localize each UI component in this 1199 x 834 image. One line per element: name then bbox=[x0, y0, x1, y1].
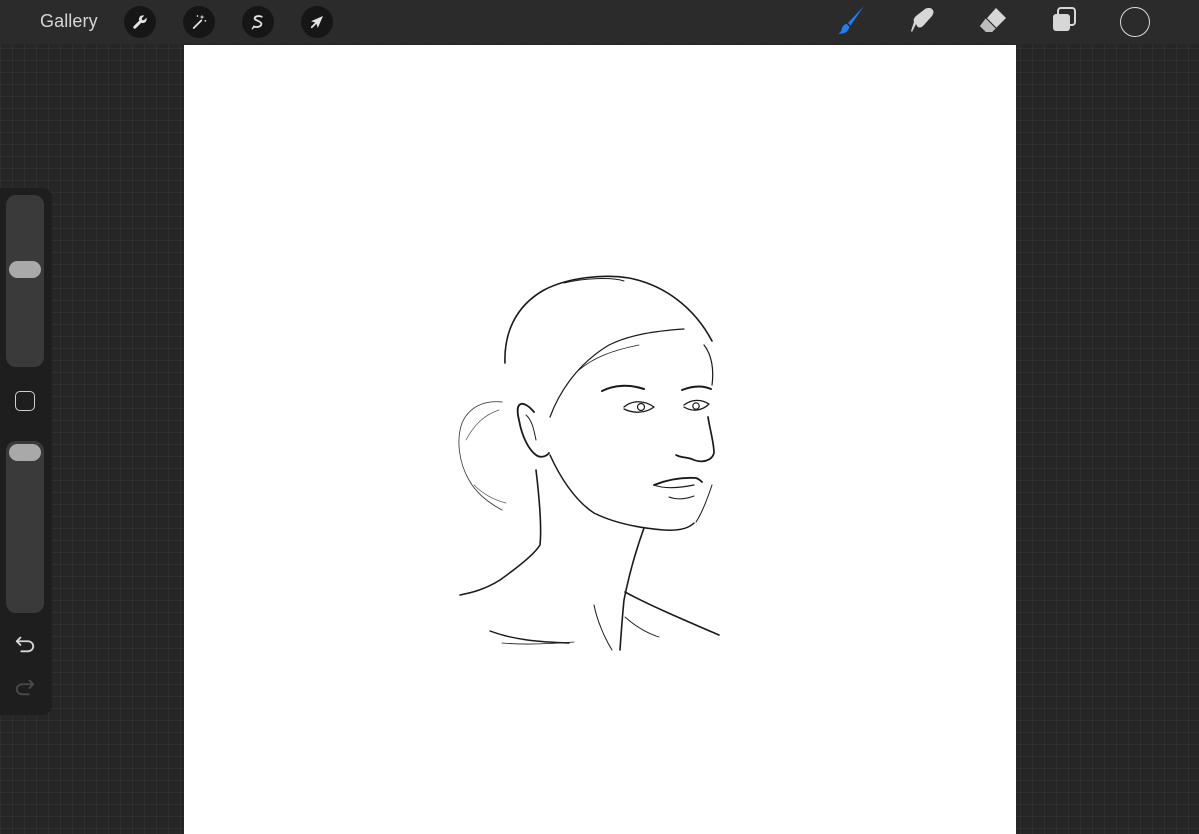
modify-button[interactable] bbox=[15, 391, 35, 411]
gallery-button[interactable]: Gallery bbox=[40, 11, 98, 32]
top-toolbar: Gallery bbox=[0, 0, 1199, 44]
redo-button[interactable] bbox=[12, 676, 38, 702]
left-sidebar bbox=[0, 188, 52, 715]
eraser-button[interactable] bbox=[977, 6, 1009, 38]
brush-button[interactable] bbox=[835, 5, 867, 38]
brush-icon bbox=[834, 3, 868, 42]
smudge-finger-icon bbox=[907, 5, 937, 40]
drawing-canvas[interactable] bbox=[184, 45, 1016, 834]
adjustments-button[interactable] bbox=[183, 6, 215, 38]
undo-arrow-icon bbox=[14, 633, 36, 660]
brush-opacity-thumb[interactable] bbox=[9, 444, 41, 461]
wrench-icon bbox=[131, 13, 149, 31]
arrow-cursor-icon bbox=[308, 13, 326, 31]
brush-size-slider[interactable] bbox=[6, 195, 44, 367]
selection-s-icon bbox=[249, 13, 267, 31]
brush-opacity-slider[interactable] bbox=[6, 441, 44, 613]
undo-button[interactable] bbox=[12, 633, 38, 659]
layers-icon bbox=[1049, 5, 1079, 40]
magic-wand-icon bbox=[190, 13, 208, 31]
transform-button[interactable] bbox=[301, 6, 333, 38]
layers-button[interactable] bbox=[1048, 6, 1080, 38]
color-swatch[interactable] bbox=[1120, 7, 1150, 37]
selection-button[interactable] bbox=[242, 6, 274, 38]
redo-arrow-icon bbox=[14, 676, 36, 703]
actions-button[interactable] bbox=[124, 6, 156, 38]
brush-size-thumb[interactable] bbox=[9, 260, 41, 278]
smudge-button[interactable] bbox=[906, 6, 938, 38]
eraser-icon bbox=[978, 5, 1008, 40]
face-sketch bbox=[458, 275, 720, 651]
